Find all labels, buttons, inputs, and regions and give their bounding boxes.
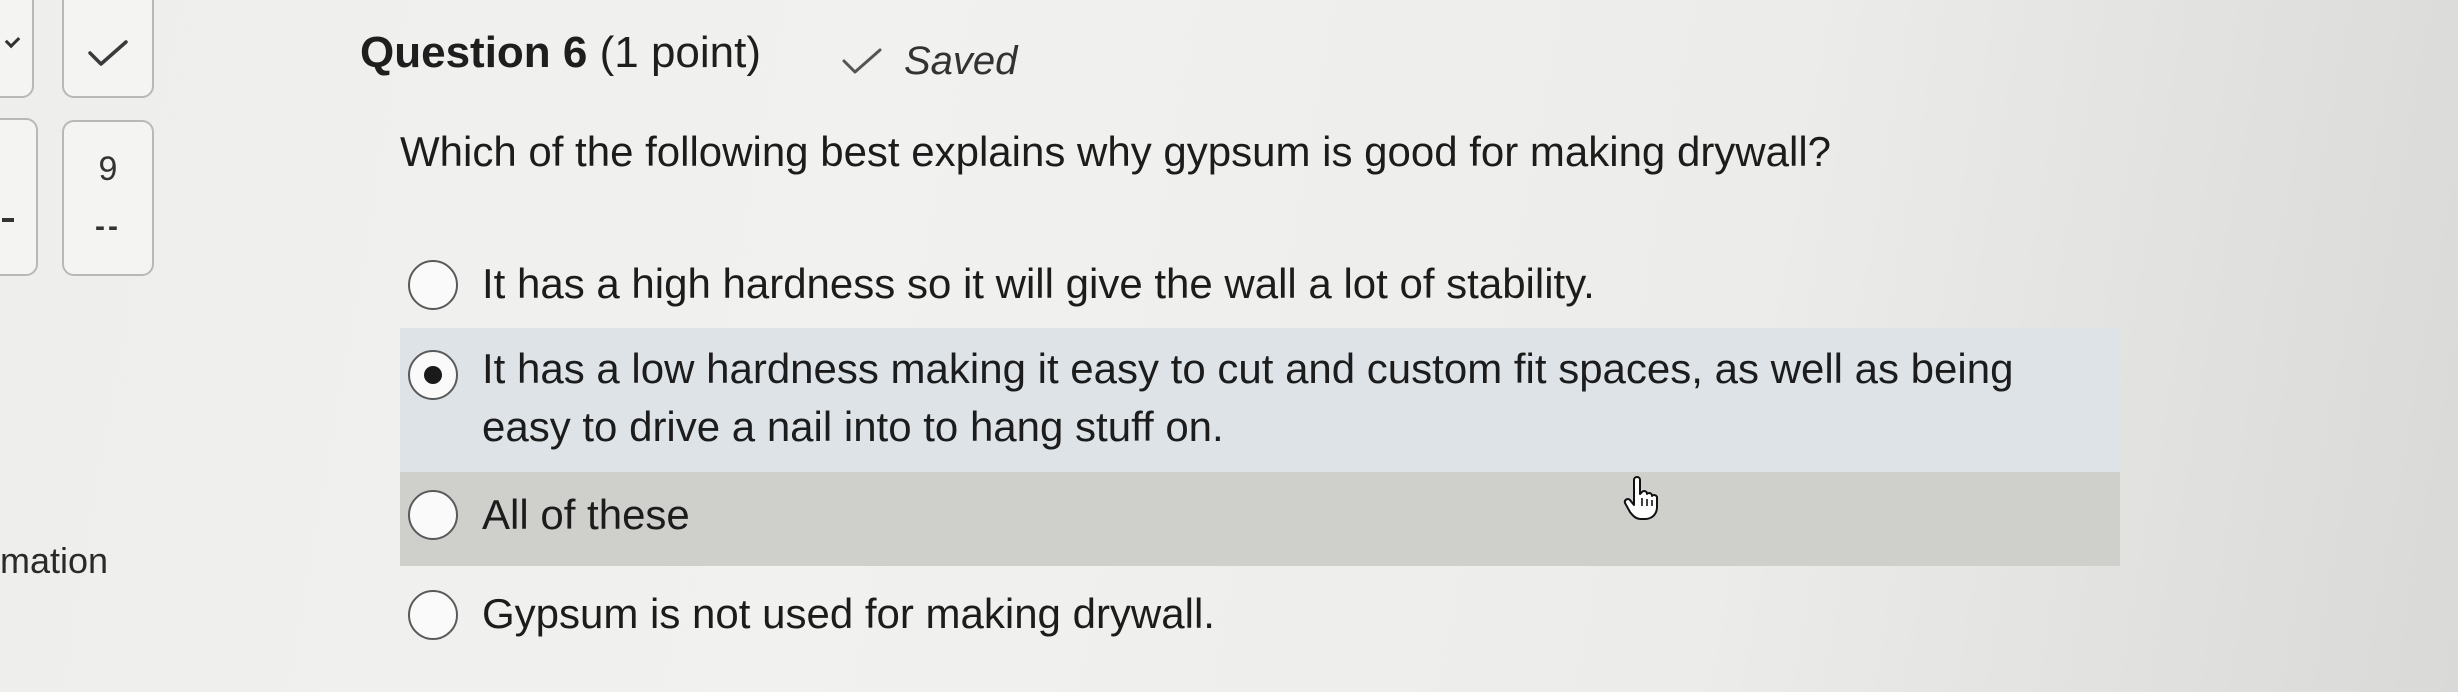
answer-option-3-hovered[interactable]: All of these — [400, 472, 2120, 566]
saved-label: Saved — [904, 38, 1018, 83]
answer-option-4[interactable]: Gypsum is not used for making drywall. — [400, 580, 2120, 656]
nav-card-prev-edge-2[interactable] — [0, 118, 38, 276]
nav-unanswered-marker: -- — [95, 210, 121, 243]
answer-option-label[interactable]: It has a low hardness making it easy to … — [482, 340, 2042, 456]
nav-question-current[interactable] — [62, 120, 154, 276]
saved-status: Saved — [840, 36, 1017, 86]
checkmark-icon — [88, 40, 128, 66]
dash-icon — [2, 218, 14, 222]
radio-button[interactable] — [408, 490, 458, 540]
radio-button[interactable] — [408, 590, 458, 640]
sidebar-text-fragment: mation — [0, 540, 109, 581]
nav-question-number: 9 — [98, 150, 118, 188]
answer-option-label[interactable]: Gypsum is not used for making drywall. — [482, 585, 1215, 643]
answer-option-label[interactable]: It has a high hardness so it will give t… — [482, 255, 1595, 313]
question-text: Which of the following best explains why… — [400, 128, 1832, 175]
checkmark-icon — [842, 48, 882, 74]
radio-button-selected[interactable] — [408, 350, 458, 400]
question-number: Question 6 — [360, 28, 588, 77]
answer-option-1[interactable]: It has a high hardness so it will give t… — [400, 250, 2120, 326]
nav-card-prev-edge[interactable] — [0, 0, 34, 98]
answer-option-label[interactable]: All of these — [482, 486, 690, 544]
question-title: Question 6 (1 point) — [360, 28, 761, 78]
radio-button[interactable] — [408, 260, 458, 310]
question-points: (1 point) — [599, 28, 762, 77]
hand-pointer-icon — [1623, 476, 1658, 520]
answer-option-2-selected[interactable]: It has a low hardness making it easy to … — [400, 328, 2120, 472]
